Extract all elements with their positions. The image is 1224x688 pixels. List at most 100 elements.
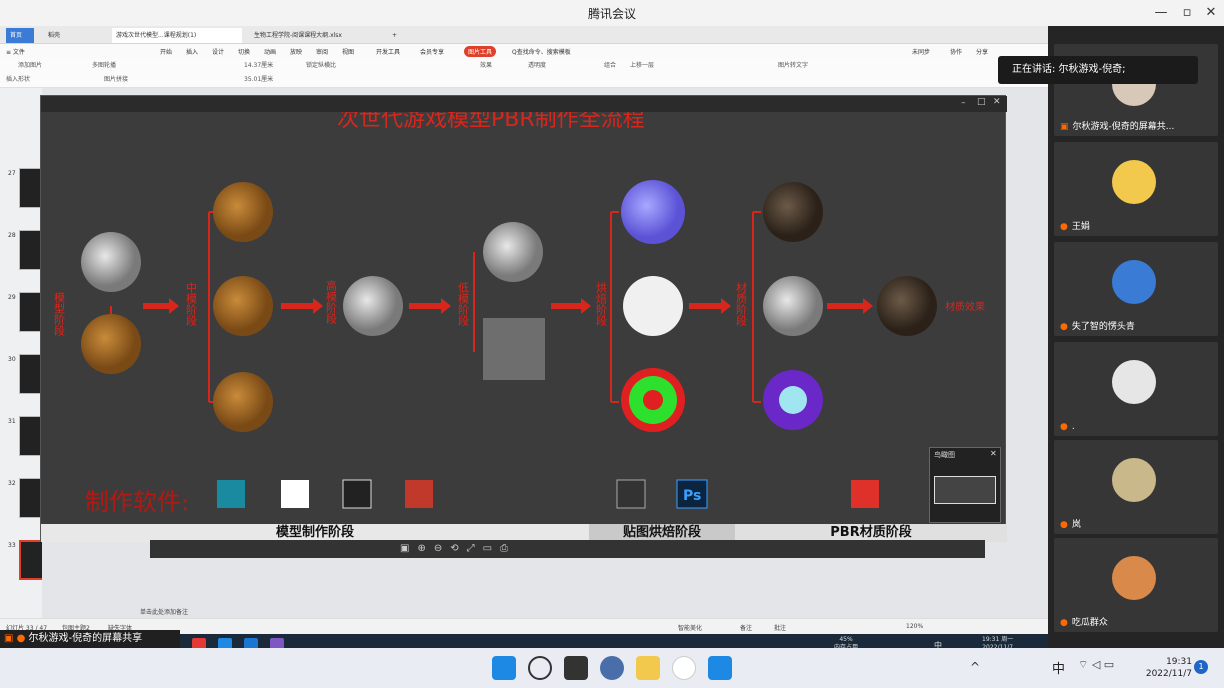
- multi-carousel-button[interactable]: 多图轮播: [92, 60, 116, 69]
- menu-insert[interactable]: 插入: [186, 47, 198, 56]
- menu-review[interactable]: 审阅: [316, 47, 328, 56]
- viewer-maximize-icon[interactable]: □: [977, 97, 986, 107]
- menu-animation[interactable]: 动画: [264, 47, 276, 56]
- annotation-button[interactable]: 批注: [774, 623, 786, 632]
- menu-start[interactable]: 开始: [160, 47, 172, 56]
- shield-base-render: [81, 232, 141, 292]
- close-button[interactable]: ✕: [1200, 3, 1222, 23]
- participant-name: ● 吃瓜群众: [1060, 618, 1108, 628]
- topogun-icon: [342, 479, 372, 509]
- menu-share[interactable]: 分享: [976, 47, 988, 56]
- memory-value: 45%: [839, 636, 853, 643]
- menu-design[interactable]: 设计: [212, 47, 224, 56]
- app-icon[interactable]: [600, 656, 624, 680]
- notification-badge[interactable]: 1: [1194, 660, 1208, 674]
- app-titlebar: 腾讯会议 — ▫ ✕: [0, 0, 1224, 26]
- search-icon[interactable]: [528, 656, 552, 680]
- image-splice-button[interactable]: 图片拼接: [104, 74, 128, 83]
- slide-number: 28: [8, 232, 16, 239]
- menu-picture-tools[interactable]: 图片工具: [464, 46, 497, 57]
- minimap-viewport[interactable]: [934, 476, 996, 504]
- mic-icon: ●: [1060, 618, 1068, 628]
- participant-card[interactable]: ● 王娟: [1054, 142, 1218, 236]
- minimap-panel: 鸟瞰图 ✕: [929, 447, 1001, 523]
- viewer-close-icon[interactable]: ✕: [993, 97, 1001, 107]
- svg-text:Ps: Ps: [683, 488, 701, 504]
- slide-number: 32: [8, 480, 16, 487]
- svg-text:次世代游戏模型PBR制作全流程: 次世代游戏模型PBR制作全流程: [337, 112, 645, 132]
- material-color: [763, 182, 823, 242]
- tab-docer[interactable]: 稻壳: [44, 28, 104, 43]
- participant-name: ● 失了智的愣头青: [1060, 322, 1135, 332]
- taskbar-clock[interactable]: 19:31 2022/11/7: [1146, 656, 1192, 680]
- zoom-level[interactable]: 120%: [906, 623, 923, 630]
- svg-text:高模阶段: 高模阶段: [325, 279, 338, 325]
- participant-name: ▣ 尔秋游戏-倪奇的屏幕共...: [1060, 122, 1175, 132]
- viewer-tool-icons[interactable]: ▣⊕⊖⟲⤢▭⎙: [400, 543, 516, 554]
- width-field[interactable]: 14.37厘米: [244, 60, 273, 69]
- task-view-icon[interactable]: [564, 656, 588, 680]
- transparency-button[interactable]: 透明度: [528, 60, 546, 69]
- network-volume-battery-icon[interactable]: ⌔ ◁ ▭: [1078, 658, 1114, 672]
- participant-avatar: [1112, 160, 1156, 204]
- effect-button[interactable]: 效果: [480, 60, 492, 69]
- shield-low: [483, 222, 543, 282]
- tray-overflow-icon[interactable]: ^: [970, 660, 980, 674]
- height-field[interactable]: 35.01厘米: [244, 74, 273, 83]
- normal-map: [621, 180, 685, 244]
- file-explorer-icon[interactable]: [636, 656, 660, 680]
- participant-card[interactable]: ● 吃瓜群众: [1054, 538, 1218, 632]
- viewer-topbar: – □ ✕: [41, 96, 1007, 112]
- menu-member[interactable]: 会员专享: [420, 47, 444, 56]
- tencent-meeting-icon[interactable]: [708, 656, 732, 680]
- menu-collab[interactable]: 协作: [950, 47, 962, 56]
- slide-thumbnail-panel: 27 28 29 30 31 32 33: [0, 88, 55, 618]
- notes-placeholder[interactable]: 单击此处添加备注: [140, 607, 188, 616]
- svg-text:低模阶段: 低模阶段: [457, 282, 470, 327]
- smart-beautify-button[interactable]: 智能美化: [678, 623, 702, 632]
- new-tab-button[interactable]: +: [388, 28, 402, 43]
- notes-button[interactable]: 备注: [740, 623, 752, 632]
- menu-transition[interactable]: 切换: [238, 47, 250, 56]
- slide-number: 31: [8, 418, 16, 425]
- participant-avatar: [1112, 360, 1156, 404]
- participant-card[interactable]: ● 岚: [1054, 440, 1218, 534]
- wps-tab-bar: 首页 稻壳 游戏次世代模型...课程规划(1) 生物工程学院-阅课课程大纲.xl…: [0, 26, 1048, 44]
- lock-ratio-checkbox[interactable]: 锁定纵横比: [306, 60, 336, 69]
- menu-developer[interactable]: 开发工具: [376, 47, 400, 56]
- menu-view[interactable]: 视图: [342, 47, 354, 56]
- final-result-label: 材质效果: [945, 300, 985, 313]
- pic-to-text-button[interactable]: 图片转文字: [778, 60, 808, 69]
- menu-slideshow[interactable]: 放映: [290, 47, 302, 56]
- rizom-icon: [405, 480, 433, 508]
- minimize-button[interactable]: —: [1150, 3, 1172, 23]
- final-shield: [877, 276, 937, 336]
- start-icon[interactable]: [492, 656, 516, 680]
- restore-button[interactable]: ▫: [1176, 3, 1198, 23]
- participant-card[interactable]: ●.: [1054, 342, 1218, 436]
- presenter-label: ▣ ● 尔秋游戏-倪奇的屏幕共享: [0, 630, 180, 648]
- tab-xlsx-document[interactable]: 生物工程学院-阅课课程大纲.xlsx: [250, 28, 380, 43]
- shield-mid-3: [213, 372, 273, 432]
- tab-home[interactable]: 首页: [6, 28, 34, 43]
- participant-gallery: ▣ 尔秋游戏-倪奇的屏幕共... ● 王娟 ● 失了智的愣头青 ●. ● 岚 ● 吃瓜群众: [1048, 26, 1224, 648]
- participant-avatar: [1112, 458, 1156, 502]
- bring-forward-button[interactable]: 上移一层: [630, 60, 654, 69]
- menu-file[interactable]: ≡ 文件: [6, 47, 25, 56]
- svg-text:模型阶段: 模型阶段: [53, 292, 66, 337]
- add-picture-button[interactable]: 添加图片: [18, 60, 42, 69]
- group-button[interactable]: 组合: [604, 60, 616, 69]
- minimap-close-icon[interactable]: ✕: [990, 449, 997, 458]
- menu-unsynced[interactable]: 未同步: [912, 47, 930, 56]
- tab-ppt-document[interactable]: 游戏次世代模型...课程规划(1): [112, 28, 242, 43]
- viewer-toolbar: ▣⊕⊖⟲⤢▭⎙: [150, 540, 985, 558]
- menu-search[interactable]: Q查找命令、搜索模板: [512, 47, 571, 56]
- viewer-minimize-icon[interactable]: –: [961, 98, 966, 108]
- wps-menu-bar: ≡ 文件 开始 插入 设计 切换 动画 放映 审阅 视图 开发工具 会员专享 图…: [0, 44, 1048, 58]
- slide-number: 27: [8, 170, 16, 177]
- participant-card[interactable]: ● 失了智的愣头青: [1054, 242, 1218, 336]
- chrome-icon[interactable]: [672, 656, 696, 680]
- ime-indicator[interactable]: 中: [1052, 658, 1065, 677]
- shield-mid-1: [213, 182, 273, 242]
- insert-shape-button[interactable]: 插入形状: [6, 74, 30, 83]
